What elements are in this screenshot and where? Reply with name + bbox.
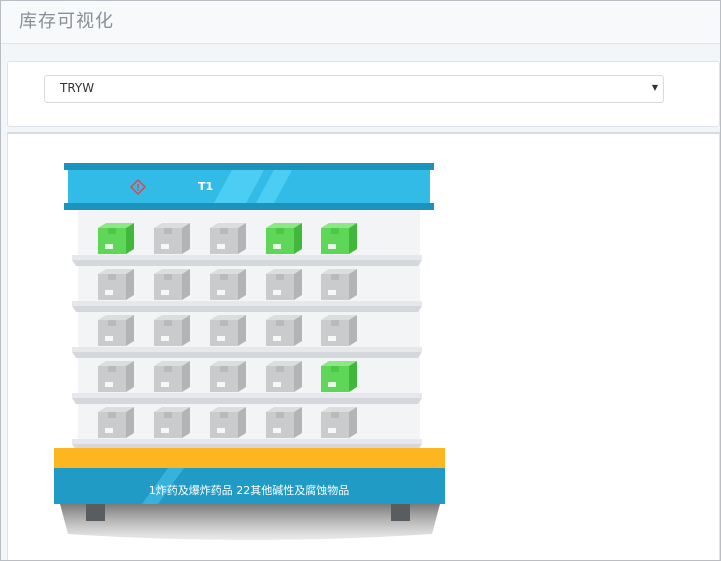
shelf-board-edge [72, 439, 422, 444]
shelf-board [72, 398, 422, 404]
warehouse-select[interactable]: TRYW ▼ [44, 75, 664, 103]
box-empty[interactable] [321, 269, 357, 300]
rack-header-bottom [64, 203, 434, 210]
rack-foot-left [86, 504, 105, 521]
rack-label: T1 [198, 180, 214, 193]
box-empty[interactable] [154, 315, 190, 346]
shelf-board-edge [72, 347, 422, 352]
rack-foot-right [391, 504, 410, 521]
box-empty[interactable] [154, 407, 190, 438]
box-empty[interactable] [266, 407, 302, 438]
box-occupied[interactable] [266, 223, 302, 254]
rack-shadow [60, 504, 440, 540]
box-occupied[interactable] [321, 361, 357, 392]
shelf-board-edge [72, 393, 422, 398]
box-empty[interactable] [210, 407, 246, 438]
caret-down-icon: ▼ [651, 83, 658, 92]
shelf-board [72, 352, 422, 358]
content-panel: ! T1 1炸药及爆炸药品 22其他碱性及腐蚀物品 [7, 132, 720, 560]
box-empty[interactable] [266, 361, 302, 392]
rack-description: 1炸药及爆炸药品 22其他碱性及腐蚀物品 [148, 484, 350, 497]
box-empty[interactable] [266, 315, 302, 346]
shelf-board-edge [72, 255, 422, 260]
app-frame: 库存可视化 TRYW ▼ ! T1 1炸药及爆炸药品 22其他碱性及腐蚀物品 [0, 0, 721, 561]
box-empty[interactable] [210, 361, 246, 392]
box-empty[interactable] [98, 269, 134, 300]
box-empty[interactable] [154, 269, 190, 300]
box-empty[interactable] [210, 315, 246, 346]
rack-header-top [64, 163, 434, 170]
shelf-board [72, 260, 422, 266]
box-empty[interactable] [98, 315, 134, 346]
rack-base-orange [54, 448, 445, 468]
box-empty[interactable] [210, 223, 246, 254]
box-empty[interactable] [321, 315, 357, 346]
box-empty[interactable] [154, 361, 190, 392]
box-empty[interactable] [154, 223, 190, 254]
shelf-board [72, 306, 422, 312]
page-title: 库存可视化 [19, 11, 114, 32]
box-occupied[interactable] [321, 223, 357, 254]
warehouse-select-value: TRYW [60, 81, 95, 95]
box-empty[interactable] [98, 361, 134, 392]
box-empty[interactable] [266, 269, 302, 300]
box-empty[interactable] [321, 407, 357, 438]
svg-text:!: ! [136, 184, 140, 194]
box-empty[interactable] [210, 269, 246, 300]
title-bar: 库存可视化 [1, 1, 720, 44]
shelf-board-edge [72, 301, 422, 306]
filter-panel: TRYW ▼ [7, 61, 720, 127]
box-empty[interactable] [98, 407, 134, 438]
box-occupied[interactable] [98, 223, 134, 254]
